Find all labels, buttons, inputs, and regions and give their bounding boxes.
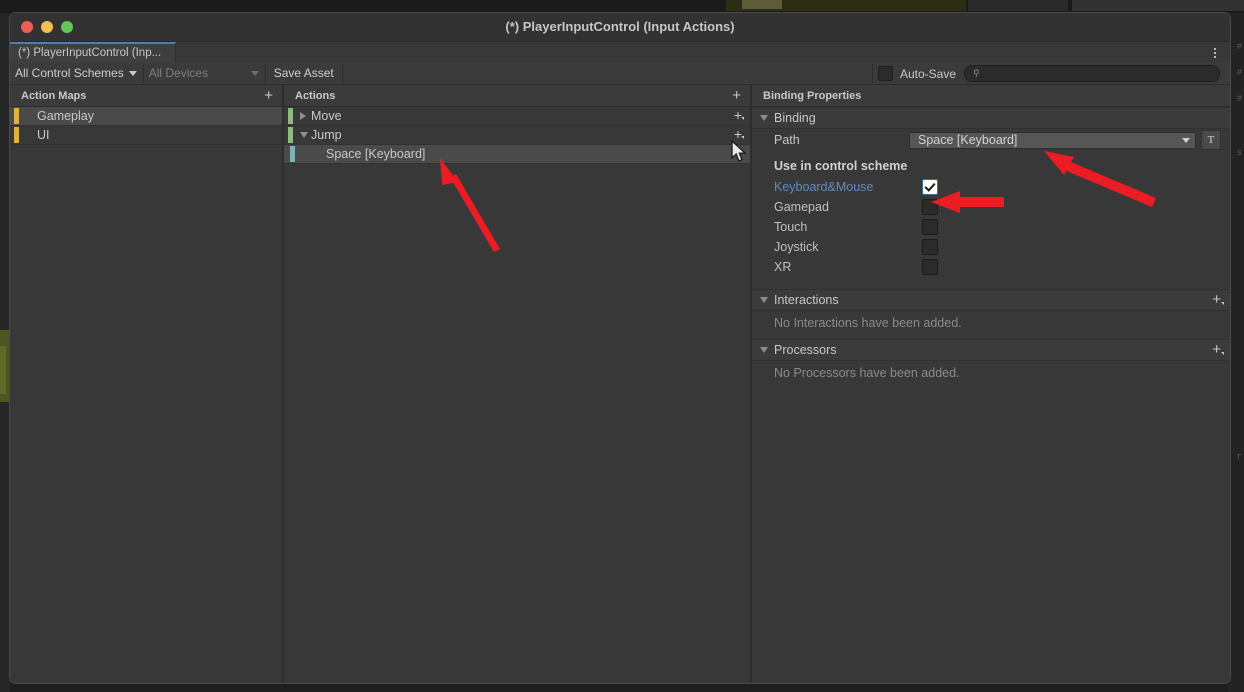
interactions-empty-text: No Interactions have been added. bbox=[774, 316, 962, 330]
binding-label: Space [Keyboard] bbox=[326, 147, 426, 161]
processors-empty-text: No Processors have been added. bbox=[774, 366, 960, 380]
chevron-down-icon bbox=[760, 115, 768, 121]
chevron-down-icon bbox=[250, 71, 259, 76]
path-value: Space [Keyboard] bbox=[918, 133, 1018, 147]
use-in-control-scheme-title: Use in control scheme bbox=[774, 159, 908, 173]
background-code-mark: # bbox=[1236, 68, 1242, 78]
action-maps-panel: Action Maps + Gameplay UI bbox=[10, 85, 284, 683]
tab-playerinputcontrol[interactable]: (*) PlayerInputControl (Inp... bbox=[10, 42, 176, 63]
editor-body: Action Maps + Gameplay UI Actions + Move… bbox=[10, 85, 1230, 683]
mouse-cursor bbox=[731, 140, 747, 162]
window-title: (*) PlayerInputControl (Input Actions) bbox=[505, 19, 735, 34]
toolbar-spacer bbox=[342, 64, 873, 83]
background-scene-green-left-inner bbox=[0, 346, 6, 394]
control-scheme-checkbox-xr[interactable] bbox=[922, 259, 938, 275]
action-row-jump[interactable]: Jump + bbox=[284, 126, 750, 145]
tab-bar: (*) PlayerInputControl (Inp... bbox=[10, 42, 1230, 63]
actions-panel: Actions + Move + Jump + Space [Keyboard] bbox=[284, 85, 752, 683]
interactions-section-header[interactable]: Interactions + bbox=[752, 289, 1230, 311]
search-input[interactable]: ⚲ bbox=[964, 65, 1220, 82]
add-binding-button-move[interactable]: + bbox=[734, 108, 745, 122]
path-label: Path bbox=[774, 133, 800, 147]
binding-row-space-keyboard[interactable]: Space [Keyboard] bbox=[284, 145, 750, 164]
processors-section-header[interactable]: Processors + bbox=[752, 339, 1230, 361]
chevron-down-icon bbox=[300, 132, 308, 138]
add-action-map-button[interactable]: + bbox=[262, 88, 275, 103]
binding-properties-title: Binding Properties bbox=[763, 89, 862, 102]
control-scheme-row-gamepad[interactable]: Gamepad bbox=[752, 197, 1230, 217]
control-schemes-label: All Control Schemes bbox=[15, 66, 124, 80]
binding-properties-header: Binding Properties bbox=[752, 85, 1230, 107]
control-scheme-checkbox-gamepad[interactable] bbox=[922, 199, 938, 215]
action-accent bbox=[288, 127, 293, 143]
actions-title: Actions bbox=[295, 89, 336, 102]
control-scheme-label: Gamepad bbox=[774, 200, 829, 214]
background-code-mark: s bbox=[1236, 148, 1242, 158]
control-scheme-row-touch[interactable]: Touch bbox=[752, 217, 1230, 237]
background-panel-b bbox=[1072, 0, 1244, 11]
background-code-mark: r bbox=[1236, 452, 1242, 462]
auto-save-checkbox[interactable] bbox=[877, 66, 893, 81]
background-panel-a bbox=[968, 0, 1068, 11]
actions-header: Actions + bbox=[284, 85, 750, 107]
control-scheme-row-joystick[interactable]: Joystick bbox=[752, 237, 1230, 257]
control-scheme-label: Joystick bbox=[774, 240, 819, 254]
background-scene-green-top-inner bbox=[742, 0, 782, 9]
screen: # # # s r (*) PlayerInputControl (Input … bbox=[0, 0, 1244, 692]
add-action-button[interactable]: + bbox=[730, 88, 743, 103]
path-dropdown[interactable]: Space [Keyboard] bbox=[909, 131, 1196, 149]
auto-save-label: Auto-Save bbox=[899, 66, 956, 81]
window-titlebar: (*) PlayerInputControl (Input Actions) bbox=[10, 13, 1230, 42]
chevron-right-icon bbox=[300, 112, 306, 120]
background-code-mark: # bbox=[1236, 94, 1242, 104]
action-maps-header: Action Maps + bbox=[10, 85, 282, 107]
binding-section-header[interactable]: Binding bbox=[752, 107, 1230, 129]
processors-title: Processors bbox=[774, 343, 837, 357]
auto-save-toggle[interactable]: Auto-Save bbox=[873, 64, 964, 83]
binding-properties-panel: Binding Properties Binding Path Space [K… bbox=[752, 85, 1230, 683]
control-scheme-checkbox-touch[interactable] bbox=[922, 219, 938, 235]
control-scheme-label: XR bbox=[774, 260, 792, 274]
control-scheme-row-keyboard-mouse[interactable]: Keyboard&Mouse bbox=[752, 177, 1230, 197]
editor-toolbar: All Control Schemes All Devices Save Ass… bbox=[10, 63, 1230, 85]
path-text-mode-button[interactable]: T bbox=[1201, 130, 1221, 150]
action-map-accent bbox=[14, 127, 19, 143]
devices-dropdown[interactable]: All Devices bbox=[143, 64, 266, 83]
control-scheme-checkbox-keyboard-mouse[interactable] bbox=[922, 179, 938, 195]
chevron-down-icon bbox=[760, 297, 768, 303]
add-processor-button[interactable]: + bbox=[1210, 342, 1224, 357]
action-map-label: Gameplay bbox=[37, 109, 94, 123]
control-scheme-label: Keyboard&Mouse bbox=[774, 180, 874, 194]
control-scheme-checkbox-joystick[interactable] bbox=[922, 239, 938, 255]
control-schemes-dropdown[interactable]: All Control Schemes bbox=[10, 64, 144, 83]
search-icon: ⚲ bbox=[973, 68, 980, 78]
kebab-menu-icon[interactable] bbox=[1209, 44, 1221, 61]
chevron-down-icon bbox=[1182, 137, 1190, 143]
control-scheme-label: Touch bbox=[774, 220, 808, 234]
input-actions-window: (*) PlayerInputControl (Input Actions) (… bbox=[9, 12, 1231, 684]
action-map-accent bbox=[14, 108, 19, 124]
action-row-move[interactable]: Move + bbox=[284, 107, 750, 126]
action-accent bbox=[288, 108, 293, 124]
action-map-row-gameplay[interactable]: Gameplay bbox=[10, 107, 282, 126]
action-maps-title: Action Maps bbox=[21, 89, 87, 102]
background-code-mark: # bbox=[1236, 42, 1242, 52]
collapse-arrow-jump[interactable] bbox=[300, 126, 308, 144]
chevron-down-icon bbox=[760, 347, 768, 353]
action-map-row-ui[interactable]: UI bbox=[10, 126, 282, 145]
control-scheme-row-xr[interactable]: XR bbox=[752, 257, 1230, 277]
chevron-down-icon bbox=[128, 71, 137, 76]
binding-section-title: Binding bbox=[774, 111, 816, 125]
save-asset-button[interactable]: Save Asset bbox=[265, 64, 343, 83]
interactions-title: Interactions bbox=[774, 293, 839, 307]
devices-label: All Devices bbox=[148, 66, 209, 80]
binding-accent bbox=[290, 146, 295, 162]
path-row: Path Space [Keyboard] T bbox=[752, 129, 1230, 151]
expand-arrow-move[interactable] bbox=[300, 107, 306, 125]
add-interaction-button[interactable]: + bbox=[1210, 292, 1224, 307]
